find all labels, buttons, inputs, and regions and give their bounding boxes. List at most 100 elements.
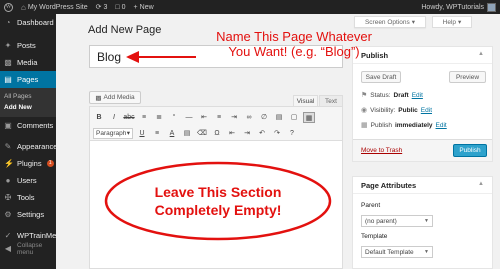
admin-sidebar: ◔ Dashboard ✦ Posts ▩ Media ▤ Pages All … bbox=[0, 14, 58, 269]
status-value: Draft bbox=[393, 91, 409, 99]
chevron-down-icon: ▼ bbox=[424, 249, 429, 255]
collapse-menu-button[interactable]: ◀ Collapse menu bbox=[0, 242, 56, 256]
annotation-name-page: Name This Page Whatever You Want! (e.g. … bbox=[194, 29, 394, 59]
paste-text-icon[interactable]: ▤ bbox=[181, 128, 193, 139]
move-to-trash-link[interactable]: Move to Trash bbox=[361, 147, 402, 154]
sidebar-item-appearance[interactable]: ✎ Appearance bbox=[0, 138, 58, 155]
page-attributes-header[interactable]: Page Attributes ▲ bbox=[353, 177, 492, 194]
help-button[interactable]: Help ▾ bbox=[432, 16, 472, 28]
screen-options-button[interactable]: Screen Options ▾ bbox=[354, 16, 426, 28]
sidebar-item-label: Comments bbox=[17, 121, 54, 130]
horizontal-rule-icon[interactable]: — bbox=[183, 112, 195, 123]
unlink-icon[interactable]: ∅ bbox=[258, 112, 270, 123]
site-name-link[interactable]: ⌂ My WordPress Site bbox=[17, 0, 92, 14]
pages-submenu: All Pages Add New bbox=[0, 88, 56, 117]
parent-select[interactable]: (no parent) ▼ bbox=[361, 215, 433, 227]
page-title: Add New Page bbox=[88, 24, 162, 36]
page-attributes-box: Page Attributes ▲ Parent (no parent) ▼ T… bbox=[352, 176, 493, 269]
wp-logo-menu[interactable]: W bbox=[0, 0, 17, 14]
sidebar-item-users[interactable]: ● Users bbox=[0, 172, 56, 189]
publish-actions: Move to Trash Publish bbox=[353, 139, 492, 161]
collapse-icon: ◀ bbox=[4, 244, 12, 253]
edit-schedule-link[interactable]: Edit bbox=[436, 122, 447, 129]
annotation-empty-line2: Completely Empty! bbox=[154, 202, 282, 218]
wrench-icon: ✠ bbox=[4, 192, 12, 202]
sidebar-item-posts[interactable]: ✦ Posts bbox=[0, 37, 56, 54]
chevron-down-icon: ▼ bbox=[424, 218, 429, 224]
align-center-icon[interactable]: ≡ bbox=[213, 112, 225, 123]
link-icon[interactable]: ∞ bbox=[243, 112, 255, 123]
numbered-list-icon[interactable]: ≣ bbox=[153, 112, 165, 123]
chevron-down-icon: ▾ bbox=[126, 130, 130, 137]
updates-icon: ⟳ bbox=[95, 4, 102, 11]
sidebar-item-label: Settings bbox=[17, 210, 45, 219]
plus-icon: + bbox=[133, 3, 138, 11]
template-value: Default Template bbox=[365, 248, 414, 256]
editor-toolbar: B I abc ≡ ≣ “ — ⇤ ≡ ⇥ ∞ ∅ ▤ ▢ ▦ Paragrap… bbox=[90, 107, 342, 141]
outdent-icon[interactable]: ⇤ bbox=[226, 128, 238, 139]
dashboard-icon: ◔ bbox=[5, 17, 11, 27]
comment-bubble-icon: □ bbox=[115, 3, 120, 11]
undo-icon[interactable]: ↶ bbox=[256, 128, 268, 139]
visibility-value: Public bbox=[398, 106, 418, 114]
sidebar-item-pages[interactable]: ▤ Pages bbox=[0, 71, 56, 88]
chevron-up-icon: ▲ bbox=[478, 51, 484, 57]
add-media-button[interactable]: ▩ Add Media bbox=[89, 91, 141, 104]
comments-count: 0 bbox=[121, 3, 126, 11]
edit-visibility-link[interactable]: Edit bbox=[421, 107, 432, 114]
chevron-down-icon: ▾ bbox=[411, 19, 416, 26]
comments-link[interactable]: □ 0 bbox=[111, 0, 129, 14]
indent-icon[interactable]: ⇥ bbox=[241, 128, 253, 139]
sidebar-item-comments[interactable]: ▣ Comments bbox=[0, 117, 56, 134]
eye-icon: ◉ bbox=[361, 107, 368, 114]
save-draft-button[interactable]: Save Draft bbox=[361, 71, 401, 83]
plugins-update-badge: 1 bbox=[46, 160, 54, 167]
edit-status-link[interactable]: Edit bbox=[412, 92, 423, 99]
media-icon: ▩ bbox=[95, 94, 102, 102]
sidebar-item-dashboard[interactable]: ◔ Dashboard bbox=[0, 14, 56, 31]
sidebar-item-media[interactable]: ▩ Media bbox=[0, 54, 56, 71]
account-menu[interactable]: Howdy, WPTutorials bbox=[421, 2, 500, 12]
new-content-link[interactable]: + New bbox=[130, 0, 158, 14]
toolbar-toggle-icon[interactable]: ▦ bbox=[303, 111, 315, 123]
submenu-add-new[interactable]: Add New bbox=[0, 102, 56, 113]
text-color-icon[interactable]: A bbox=[166, 128, 178, 139]
align-right-icon[interactable]: ⇥ bbox=[228, 112, 240, 123]
strikethrough-icon[interactable]: abc bbox=[123, 112, 135, 123]
format-select[interactable]: Paragraph ▾ bbox=[93, 127, 133, 139]
status-label: Status: bbox=[370, 91, 391, 99]
fullscreen-icon[interactable]: ▢ bbox=[288, 112, 300, 123]
bold-icon[interactable]: B bbox=[93, 112, 105, 123]
media-icon: ▩ bbox=[4, 57, 12, 67]
submenu-all-pages[interactable]: All Pages bbox=[0, 91, 56, 102]
help-icon[interactable]: ? bbox=[286, 128, 298, 139]
help-label: Help bbox=[442, 18, 457, 26]
new-label: New bbox=[139, 3, 154, 11]
bullet-list-icon[interactable]: ≡ bbox=[138, 112, 150, 123]
blockquote-icon[interactable]: “ bbox=[168, 112, 180, 123]
justify-icon[interactable]: ≡ bbox=[151, 128, 163, 139]
redo-icon[interactable]: ↷ bbox=[271, 128, 283, 139]
read-more-icon[interactable]: ▤ bbox=[273, 112, 285, 123]
annotation-name-line1: Name This Page Whatever bbox=[216, 29, 372, 44]
sidebar-item-label: WPTrainMe bbox=[17, 231, 57, 240]
tab-visual[interactable]: Visual bbox=[293, 95, 318, 106]
tab-text[interactable]: Text bbox=[319, 95, 343, 106]
sidebar-item-plugins[interactable]: ⚡ Plugins 1 bbox=[0, 155, 56, 172]
special-char-icon[interactable]: Ω bbox=[211, 128, 223, 139]
publish-button[interactable]: Publish bbox=[453, 144, 487, 157]
underline-icon[interactable]: U bbox=[136, 128, 148, 139]
align-left-icon[interactable]: ⇤ bbox=[198, 112, 210, 123]
sidebar-item-tools[interactable]: ✠ Tools bbox=[0, 189, 56, 206]
sidebar-item-settings[interactable]: ⚙ Settings bbox=[0, 206, 56, 223]
screen-options-label: Screen Options bbox=[364, 18, 410, 26]
sidebar-item-label: Dashboard bbox=[17, 18, 54, 27]
admin-bar: W ⌂ My WordPress Site ⟳ 3 □ 0 + New Howd… bbox=[0, 0, 500, 14]
pin-icon: ⚑ bbox=[361, 92, 368, 99]
clear-format-icon[interactable]: ⌫ bbox=[196, 128, 208, 139]
updates-link[interactable]: ⟳ 3 bbox=[92, 0, 112, 14]
template-select[interactable]: Default Template ▼ bbox=[361, 246, 433, 258]
wptrainme-icon: ✓ bbox=[4, 230, 12, 240]
italic-icon[interactable]: I bbox=[108, 112, 120, 123]
preview-button[interactable]: Preview bbox=[449, 71, 486, 83]
